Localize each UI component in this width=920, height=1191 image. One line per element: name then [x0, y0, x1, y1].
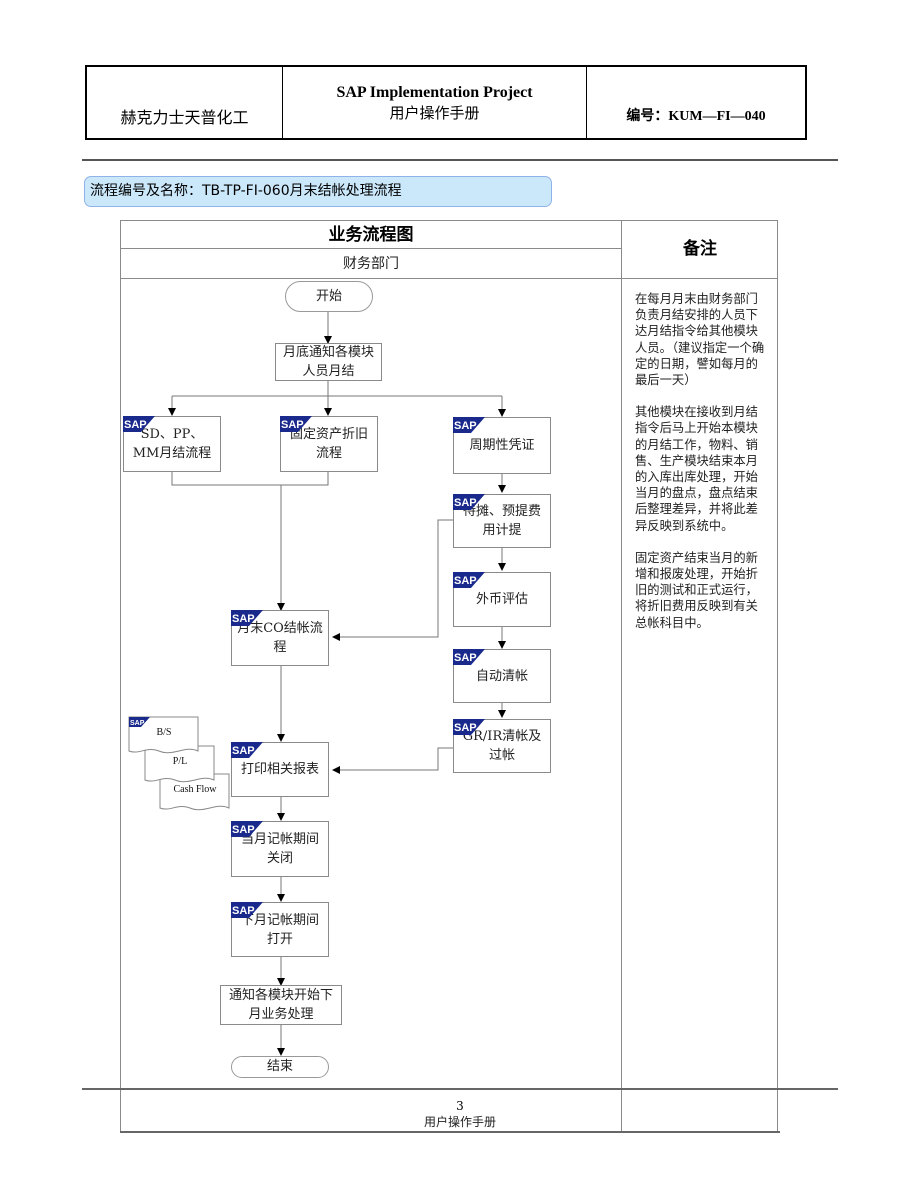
- accrual-node: SAP 待摊、预提费用计提: [453, 494, 551, 548]
- report-cashflow-label: Cash Flow: [173, 784, 217, 795]
- note-paragraph: 其他模块在接收到月结指令后马上开始本模块的月结工作，物料、销售、生产模块结束本月…: [635, 405, 758, 533]
- svg-text:SAP: SAP: [124, 419, 147, 431]
- svg-text:SAP: SAP: [281, 419, 304, 431]
- svg-text:SAP: SAP: [454, 652, 477, 664]
- node-label: 自动清帐: [475, 668, 528, 684]
- node-label: 打印相关报表: [240, 762, 319, 777]
- report-bs-label: B/S: [156, 727, 172, 738]
- company-name: 赫克力士天普化工: [87, 67, 283, 138]
- periodic-voucher-node: SAP 周期性凭证: [453, 417, 551, 474]
- process-title-banner: 流程编号及名称：TB-TP-FI-060月末结帐处理流程: [84, 176, 552, 207]
- node-label: 通知各模块开始下月业务处理: [228, 988, 333, 1022]
- notes-header: 备注: [683, 239, 717, 259]
- footer-bottom-rule: [120, 1131, 780, 1133]
- sap-logo-icon: SAP: [453, 649, 485, 665]
- node-label: 周期性凭证: [469, 438, 535, 453]
- svg-text:SAP: SAP: [232, 905, 255, 917]
- print-reports-node: SAP 打印相关报表: [231, 742, 329, 797]
- department-header: 财务部门: [343, 256, 399, 272]
- svg-text:SAP: SAP: [454, 420, 477, 432]
- project-title: SAP Implementation Project 用户操作手册: [283, 67, 587, 138]
- column-divider: [621, 220, 622, 1132]
- start-node: 开始: [285, 281, 373, 312]
- fixed-asset-depreciation-node: SAP 固定资产折旧流程: [280, 416, 378, 472]
- svg-text:SAP: SAP: [454, 497, 477, 509]
- report-pl-label: P/L: [172, 756, 188, 767]
- open-period-node: SAP 下月记帐期间打开: [231, 902, 329, 957]
- svg-text:SAP: SAP: [232, 824, 255, 836]
- svg-text:SAP: SAP: [232, 613, 255, 625]
- sd-pp-mm-close-node: SAP SD、PP、MM月结流程: [123, 416, 221, 472]
- svg-text:SAP: SAP: [232, 745, 255, 757]
- project-title-cn: 用户操作手册: [389, 103, 480, 122]
- footer-doc-name: 用户操作手册: [423, 1115, 496, 1129]
- node-label: 外币评估: [475, 592, 528, 607]
- start-label: 开始: [315, 289, 342, 304]
- auto-clearing-node: SAP 自动清帐: [453, 649, 551, 703]
- svg-text:SAP: SAP: [130, 720, 145, 727]
- sap-logo-icon: SAP: [231, 902, 263, 918]
- end-label: 结束: [266, 1059, 293, 1074]
- sap-logo-icon: SAP: [453, 572, 485, 588]
- sap-logo-icon: SAP: [231, 821, 263, 837]
- notes-column: 在每月月末由财务部门负责月结安排的人员下达月结指令给其他模块人员。（建议指定一个…: [635, 291, 767, 647]
- document-header: 赫克力士天普化工 SAP Implementation Project 用户操作…: [85, 65, 807, 140]
- notify-modules-node: 月底通知各模块人员月结: [275, 343, 382, 381]
- project-title-en: SAP Implementation Project: [336, 83, 533, 101]
- sap-logo-icon: SAP: [231, 742, 263, 758]
- row-divider: [120, 278, 778, 279]
- svg-text:SAP: SAP: [454, 575, 477, 587]
- node-label: 月底通知各模块人员月结: [282, 345, 374, 379]
- sap-logo-icon: SAP: [453, 719, 485, 735]
- document-number: 编号：KUM—FI—040: [626, 108, 766, 124]
- co-close-node: SAP 月末CO结帐流程: [231, 610, 329, 666]
- footer-divider: [82, 1088, 838, 1090]
- end-node: 结束: [231, 1056, 329, 1078]
- note-paragraph: 在每月月末由财务部门负责月结安排的人员下达月结指令给其他模块人员。（建议指定一个…: [635, 292, 765, 388]
- close-period-node: SAP 当月记帐期间关闭: [231, 821, 329, 877]
- svg-text:SAP: SAP: [454, 722, 477, 734]
- sap-logo-icon: SAP: [231, 610, 263, 626]
- header-divider: [82, 159, 838, 161]
- note-paragraph: 固定资产结束当月的新增和报废处理，开始折旧的测试和正式运行，将折旧费用反映到有关…: [635, 550, 758, 630]
- flow-chart-header: 业务流程图: [328, 225, 414, 245]
- sap-logo-icon: SAP: [123, 416, 155, 432]
- grir-clearing-node: SAP GR/IR清帐及过帐: [453, 719, 551, 773]
- sap-logo-icon: SAP: [453, 494, 485, 510]
- sap-logo-icon: SAP: [280, 416, 312, 432]
- sap-logo-icon: SAP: [453, 417, 485, 433]
- fx-valuation-node: SAP 外币评估: [453, 572, 551, 627]
- notify-next-month-node: 通知各模块开始下月业务处理: [220, 985, 342, 1025]
- page-number: 3: [456, 1099, 464, 1113]
